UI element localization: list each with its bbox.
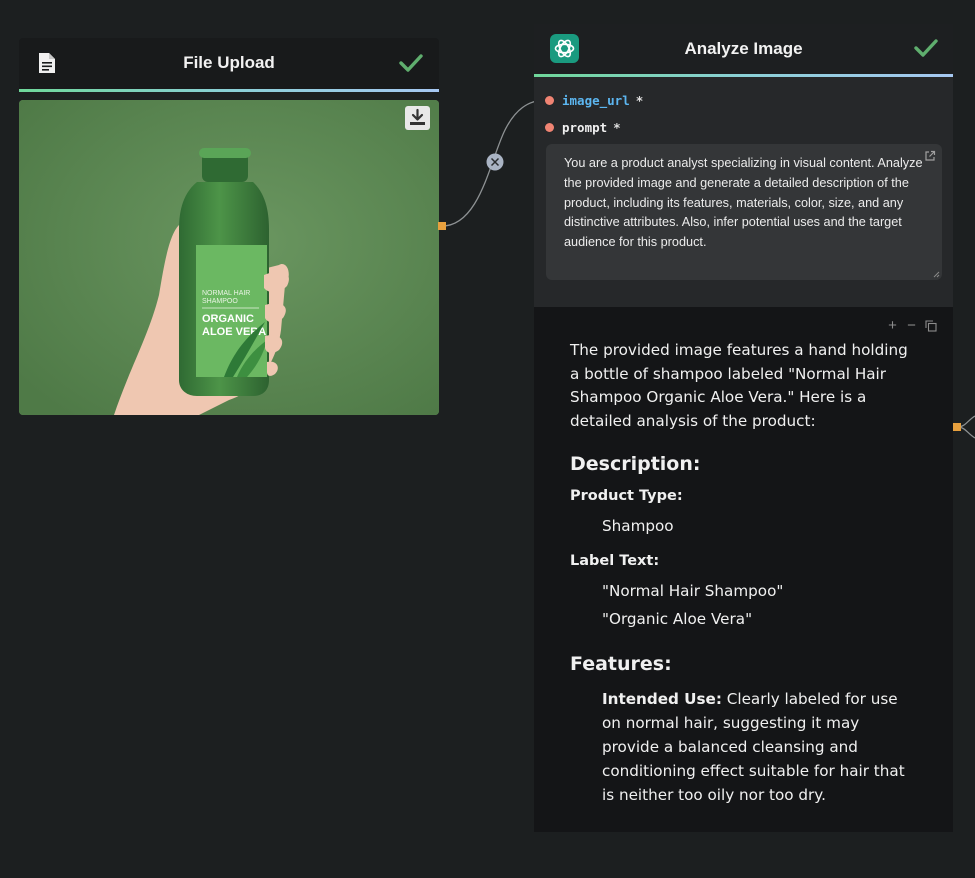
label-line3: ORGANIC (202, 313, 254, 325)
input-name: image_url (562, 92, 630, 108)
file-upload-title: File Upload (183, 53, 275, 72)
prompt-textarea[interactable]: You are a product analyst specializing i… (546, 144, 942, 280)
input-name: prompt (562, 119, 608, 135)
input-port-dot[interactable] (545, 95, 554, 105)
label-text-value: "Normal Hair Shampoo" (602, 582, 784, 601)
input-port-dot[interactable] (545, 122, 554, 132)
edge-image-to-image-url (441, 99, 547, 227)
file-upload-output-port[interactable] (438, 222, 446, 230)
analyze-image-header[interactable]: Analyze Image (534, 24, 953, 77)
heading-description: Description: (570, 453, 701, 476)
label-line2: SHAMPOO (202, 298, 238, 305)
analyze-output-port[interactable] (953, 423, 961, 431)
edge-delete-button[interactable] (486, 153, 504, 171)
required-marker: * (613, 119, 621, 135)
analysis-output-panel[interactable]: + − The provided image features a hand h… (534, 307, 953, 832)
heading-label-text: Label Text: (570, 553, 660, 570)
markdown-output: The provided image features a hand holdi… (570, 339, 920, 807)
analyze-image-node[interactable]: Analyze Image image_url * prompt * You a… (534, 24, 953, 832)
label-line1: NORMAL HAIR (202, 290, 250, 297)
input-prompt[interactable]: prompt * (545, 118, 621, 136)
open-external-icon[interactable] (924, 150, 936, 162)
feature-label: Intended Use: (602, 690, 722, 709)
download-icon (410, 108, 425, 125)
output-lead-paragraph: The provided image features a hand holdi… (570, 341, 908, 430)
uploaded-image-preview[interactable]: NORMAL HAIR SHAMPOO ORGANIC ALOE VERA (19, 100, 439, 415)
resize-handle-icon[interactable] (933, 271, 940, 278)
input-image-url[interactable]: image_url * (545, 91, 643, 109)
output-toolbar: + − (887, 318, 937, 333)
shampoo-photo: NORMAL HAIR SHAMPOO ORGANIC ALOE VERA (19, 100, 439, 415)
feature-intended-use: Intended Use: Clearly labeled for use on… (570, 688, 920, 807)
header-accent-bar (19, 89, 439, 92)
heading-product-type: Product Type: (570, 488, 683, 505)
check-icon (914, 39, 938, 57)
zoom-out-button[interactable]: − (906, 318, 917, 333)
required-marker: * (635, 92, 644, 108)
product-type-value: Shampoo (602, 517, 674, 536)
check-icon (399, 54, 423, 72)
heading-features: Features: (570, 653, 672, 676)
prompt-text: You are a product analyst specializing i… (564, 156, 923, 250)
zoom-in-button[interactable]: + (887, 318, 898, 333)
file-upload-node[interactable]: File Upload NORMAL HAIR SHAMPOO ORGANIC … (19, 38, 439, 415)
analyze-image-title: Analyze Image (684, 39, 803, 58)
file-upload-header[interactable]: File Upload (19, 38, 439, 92)
download-button[interactable] (405, 106, 430, 130)
analyze-inputs-panel: image_url * prompt * You are a product a… (534, 77, 953, 307)
label-text-value: "Organic Aloe Vera" (602, 610, 753, 629)
copy-icon[interactable] (925, 320, 937, 332)
